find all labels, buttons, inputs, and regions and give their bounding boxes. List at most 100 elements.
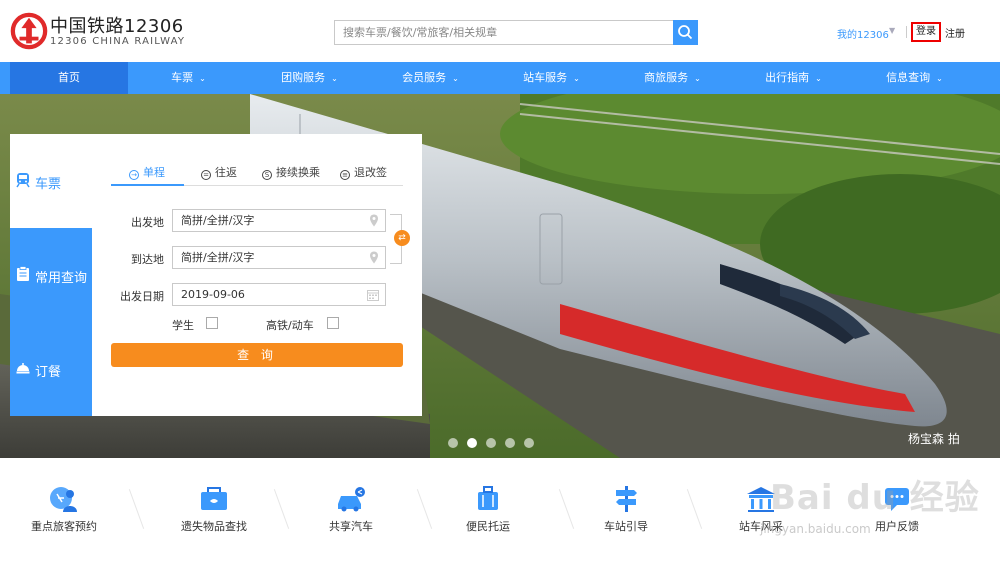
transfer-icon: S	[262, 170, 272, 180]
calendar-icon[interactable]	[367, 289, 379, 301]
page: 中国铁路12306 12306 CHINA RAILWAY 我的12306 ▼ …	[0, 0, 1000, 563]
lost-found-icon	[201, 487, 227, 510]
signpost-icon	[616, 486, 637, 512]
nav-item-travel-guide[interactable]: 出行指南 ⌄	[733, 62, 854, 94]
tab-one-way[interactable]: → 单程	[129, 164, 165, 180]
side-tabs: 车票 常用查询 订餐	[10, 134, 92, 416]
brand-title[interactable]: 中国铁路12306	[50, 12, 184, 38]
divider	[906, 26, 907, 38]
from-station-placeholder: 简拼/全拼/汉字	[181, 214, 255, 227]
meal-icon	[16, 363, 30, 374]
service-label: 重点旅客预约	[31, 520, 97, 533]
nav-item-group-services[interactable]: 团购服务 ⌄	[249, 62, 370, 94]
trip-type-tabs: → 单程 = 往返 S 接续换乘 ≡ 退改签	[111, 160, 403, 186]
tab-transfer[interactable]: S 接续换乘	[262, 164, 320, 180]
nav-item-label: 出行指南	[765, 71, 810, 84]
nav-item-info-query[interactable]: 信息查询 ⌄	[854, 62, 975, 94]
ticket-booking-panel: 车票 常用查询 订餐 → 单程 = 往返 S 接续换乘 ≡ 退改签 出发地 简拼…	[10, 134, 422, 416]
side-tab-label: 订餐	[35, 365, 62, 380]
carousel-dot-active[interactable]	[467, 438, 477, 448]
tab-label: 退改签	[354, 166, 387, 179]
search-bar	[334, 20, 698, 45]
chevron-down-icon[interactable]: ▼	[889, 26, 895, 35]
chevron-down-icon: ⌄	[199, 74, 206, 83]
service-consignment[interactable]: 便民托运	[428, 458, 548, 563]
side-tab-label: 车票	[35, 177, 62, 192]
chevron-down-icon: ⌄	[573, 74, 580, 83]
nav-item-tickets[interactable]: 车票 ⌄	[128, 62, 249, 94]
date-label: 出发日期	[120, 290, 164, 303]
carousel-dot[interactable]	[524, 438, 534, 448]
chevron-down-icon: ⌄	[936, 74, 943, 83]
active-tab-underline	[111, 184, 184, 186]
train-icon	[16, 173, 30, 188]
brand-subtitle: 12306 CHINA RAILWAY	[50, 36, 186, 47]
carousel-dot[interactable]	[486, 438, 496, 448]
service-label: 遗失物品查找	[181, 520, 247, 533]
to-station-input[interactable]: 简拼/全拼/汉字	[172, 246, 386, 269]
nav-item-label: 信息查询	[886, 71, 931, 84]
arrow-circle-icon: →	[129, 170, 139, 180]
main-nav: 首页 车票 ⌄ 团购服务 ⌄ 会员服务 ⌄ 站车服务 ⌄ 商旅服务 ⌄ 出行指南 ⌄ 信息查…	[0, 62, 1000, 94]
service-station-guide[interactable]: 车站引导	[566, 458, 686, 563]
register-link[interactable]: 注册	[945, 25, 965, 40]
nav-item-label: 首页	[58, 71, 80, 84]
round-trip-icon: =	[201, 170, 211, 180]
tab-refund-change[interactable]: ≡ 退改签	[340, 164, 387, 180]
departure-date-input[interactable]: 2019-09-06	[172, 283, 386, 306]
to-station-placeholder: 简拼/全拼/汉字	[181, 251, 255, 264]
nav-item-station-services[interactable]: 站车服务 ⌄	[491, 62, 612, 94]
tab-label: 接续换乘	[276, 166, 320, 179]
china-railway-logo-icon[interactable]	[10, 12, 48, 50]
chevron-down-icon: ⌄	[452, 74, 459, 83]
side-tab-meal-order[interactable]: 订餐	[10, 322, 92, 416]
luggage-icon	[478, 486, 498, 510]
nav-item-member-services[interactable]: 会员服务 ⌄	[370, 62, 491, 94]
highspeed-checkbox[interactable]	[327, 317, 339, 329]
my12306-link[interactable]: 我的12306	[837, 26, 889, 41]
from-label: 出发地	[131, 216, 164, 229]
tab-round-trip[interactable]: = 往返	[201, 164, 237, 180]
clipboard-icon	[17, 266, 29, 281]
carousel-dot[interactable]	[448, 438, 458, 448]
service-label: 便民托运	[466, 520, 510, 533]
search-input[interactable]	[334, 20, 674, 45]
accessibility-icon	[50, 487, 77, 512]
swap-stations-icon[interactable]: ⇄	[394, 230, 410, 246]
to-label: 到达地	[131, 253, 164, 266]
student-label: 学生	[172, 319, 194, 332]
side-tab-common-queries[interactable]: 常用查询	[10, 228, 92, 322]
chevron-down-icon: ⌄	[815, 74, 822, 83]
query-button[interactable]: 查 询	[111, 343, 403, 367]
nav-item-label: 团购服务	[281, 71, 326, 84]
photo-credit: 杨宝森 拍	[908, 432, 960, 446]
location-pin-icon	[370, 251, 378, 264]
nav-item-label: 站车服务	[523, 71, 568, 84]
refund-icon: ≡	[340, 170, 350, 180]
nav-item-label: 车票	[171, 71, 194, 84]
baidu-watermark: Bai du 经验	[770, 478, 980, 518]
car-share-icon	[338, 487, 365, 512]
service-car-share[interactable]: 共享汽车	[291, 458, 411, 563]
service-label: 车站引导	[604, 520, 648, 533]
header: 中国铁路12306 12306 CHINA RAILWAY 我的12306 ▼ …	[0, 0, 1000, 62]
service-lost-and-found[interactable]: 遗失物品查找	[154, 458, 274, 563]
chevron-down-icon: ⌄	[694, 74, 701, 83]
side-tab-tickets[interactable]: 车票	[10, 134, 92, 228]
tab-label: 往返	[215, 166, 237, 179]
side-tab-label: 常用查询	[35, 271, 88, 286]
service-label: 共享汽车	[329, 520, 373, 533]
nav-item-label: 会员服务	[402, 71, 447, 84]
departure-date-value: 2019-09-06	[181, 288, 245, 301]
student-checkbox[interactable]	[206, 317, 218, 329]
nav-item-home[interactable]: 首页	[10, 62, 128, 94]
nav-item-business-travel[interactable]: 商旅服务 ⌄	[612, 62, 733, 94]
chevron-down-icon: ⌄	[331, 74, 338, 83]
carousel-dot[interactable]	[505, 438, 515, 448]
baidu-watermark-url: jingyan.baidu.com	[760, 522, 871, 536]
highspeed-label: 高铁/动车	[266, 319, 314, 332]
from-station-input[interactable]: 简拼/全拼/汉字	[172, 209, 386, 232]
service-priority-passenger[interactable]: 重点旅客预约	[4, 458, 124, 563]
login-button[interactable]: 登录	[911, 22, 941, 42]
search-button[interactable]	[673, 20, 698, 45]
